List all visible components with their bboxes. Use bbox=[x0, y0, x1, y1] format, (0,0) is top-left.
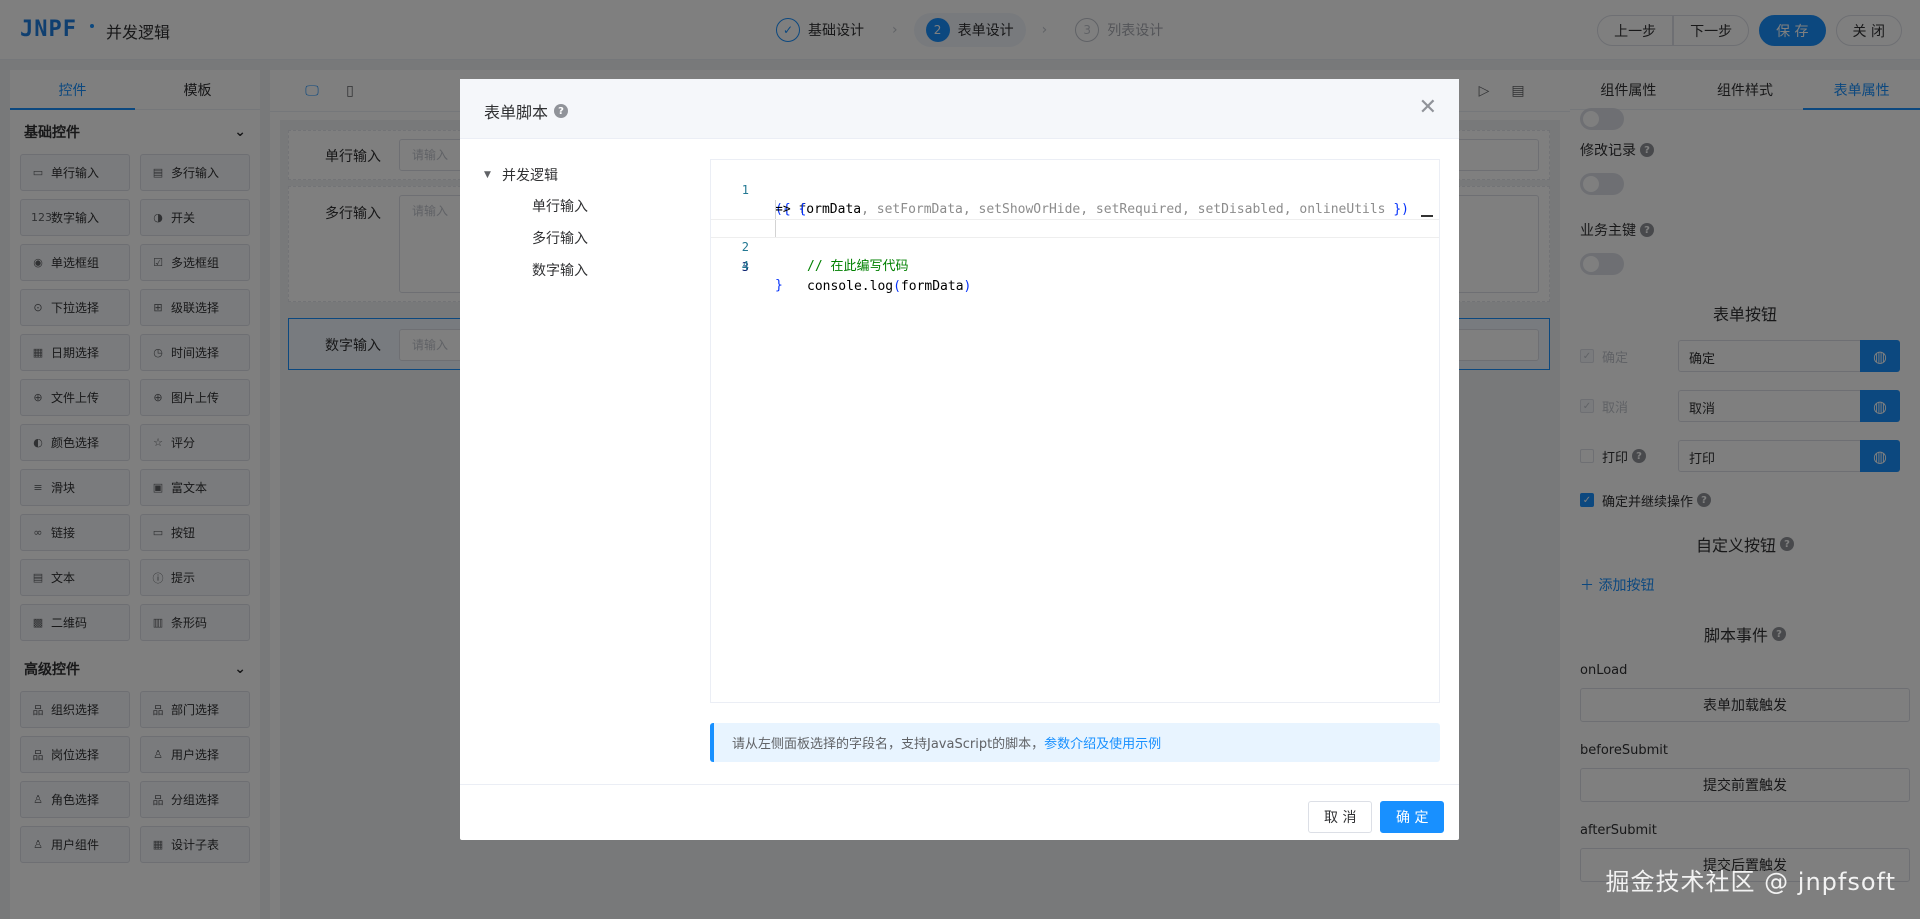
code-line: => { bbox=[711, 181, 1439, 217]
code-text: // 在此编写代码 bbox=[807, 259, 909, 274]
title-text: 表单脚本 bbox=[484, 103, 549, 122]
line-number: 4 bbox=[741, 259, 749, 273]
tree-root[interactable]: ▼ 并发逻辑 bbox=[484, 159, 664, 191]
caret-down-icon[interactable]: ▼ bbox=[484, 170, 494, 180]
close-icon[interactable]: ✕ bbox=[1419, 95, 1437, 120]
code-text: console.log(formData) bbox=[807, 279, 972, 294]
dialog-header: 表单脚本 ? ✕ bbox=[460, 79, 1459, 139]
tree-node[interactable]: 数字输入 bbox=[484, 255, 664, 287]
field-tree: ▼ 并发逻辑 单行输入 多行输入 数字输入 bbox=[484, 159, 664, 287]
code-editor[interactable]: 1 ({ formData, setFormData, setShowOrHid… bbox=[710, 159, 1440, 703]
indent-guide bbox=[775, 220, 776, 237]
help-icon[interactable]: ? bbox=[554, 104, 569, 118]
dialog-title: 表单脚本 ? bbox=[484, 99, 569, 123]
tree-root-label: 并发逻辑 bbox=[502, 168, 558, 184]
confirm-button[interactable]: 确 定 bbox=[1380, 801, 1445, 833]
tree-node[interactable]: 单行输入 bbox=[484, 191, 664, 223]
code-line: 1 ({ formData, setFormData, setShowOrHid… bbox=[711, 162, 1439, 217]
overview-ruler-marker bbox=[1421, 215, 1433, 217]
code-line: 2 // 在此编写代码 bbox=[711, 200, 1439, 274]
code-line: 4 } bbox=[711, 238, 1439, 293]
cancel-button[interactable]: 取 消 bbox=[1308, 801, 1373, 833]
tip-text: 请从左侧面板选择的字段名，支持JavaScript的脚本， bbox=[732, 737, 1045, 752]
dialog-footer: 取 消 确 定 bbox=[460, 784, 1459, 840]
indent-guide bbox=[775, 200, 776, 219]
code-line-current: 3 console.log(formData) bbox=[711, 219, 1439, 294]
form-script-dialog: 表单脚本 ? ✕ ▼ 并发逻辑 单行输入 多行输入 数字输入 1 ({ form… bbox=[460, 79, 1459, 840]
script-tip: 请从左侧面板选择的字段名，支持JavaScript的脚本， 参数介绍及使用示例 bbox=[710, 723, 1440, 762]
code-text: } bbox=[775, 278, 783, 293]
watermark: 掘金技术社区 @ jnpfsoft bbox=[1605, 868, 1896, 896]
tree-node[interactable]: 多行输入 bbox=[484, 223, 664, 255]
param-docs-link[interactable]: 参数介绍及使用示例 bbox=[1044, 733, 1161, 752]
